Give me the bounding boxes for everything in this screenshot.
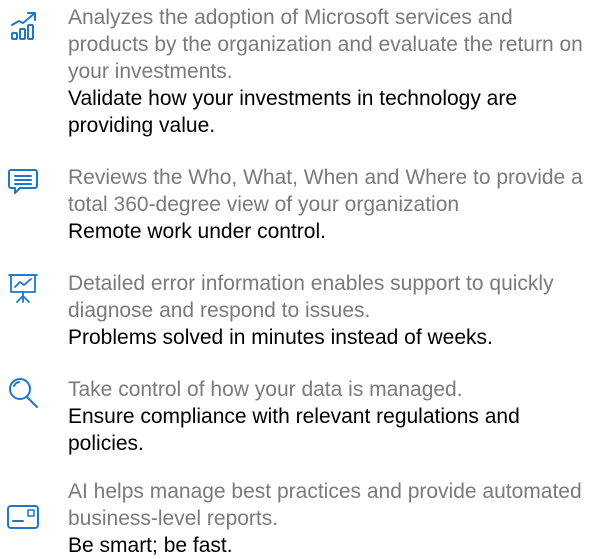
feature-description: Analyzes the adoption of Microsoft servi… [68,6,583,83]
report-card-icon [6,500,40,534]
feature-description: Detailed error information enables suppo… [68,272,554,322]
feature-description: Take control of how your data is managed… [68,378,463,401]
feature-tagline: Remote work under control. [68,220,326,243]
growth-chart-icon [6,8,40,42]
feature-tagline: Ensure compliance with relevant regulati… [68,405,520,455]
feature-description: Reviews the Who, What, When and Where to… [68,166,583,216]
feature-tagline: Problems solved in minutes instead of we… [68,326,493,349]
feature-tagline: Be smart; be fast. [68,534,233,557]
feature-tagline: Validate how your investments in technol… [68,87,518,137]
magnifier-icon [6,376,40,410]
presentation-board-icon [6,271,40,305]
feature-description: AI helps manage best practices and provi… [68,480,582,530]
chat-message-icon [6,164,40,198]
